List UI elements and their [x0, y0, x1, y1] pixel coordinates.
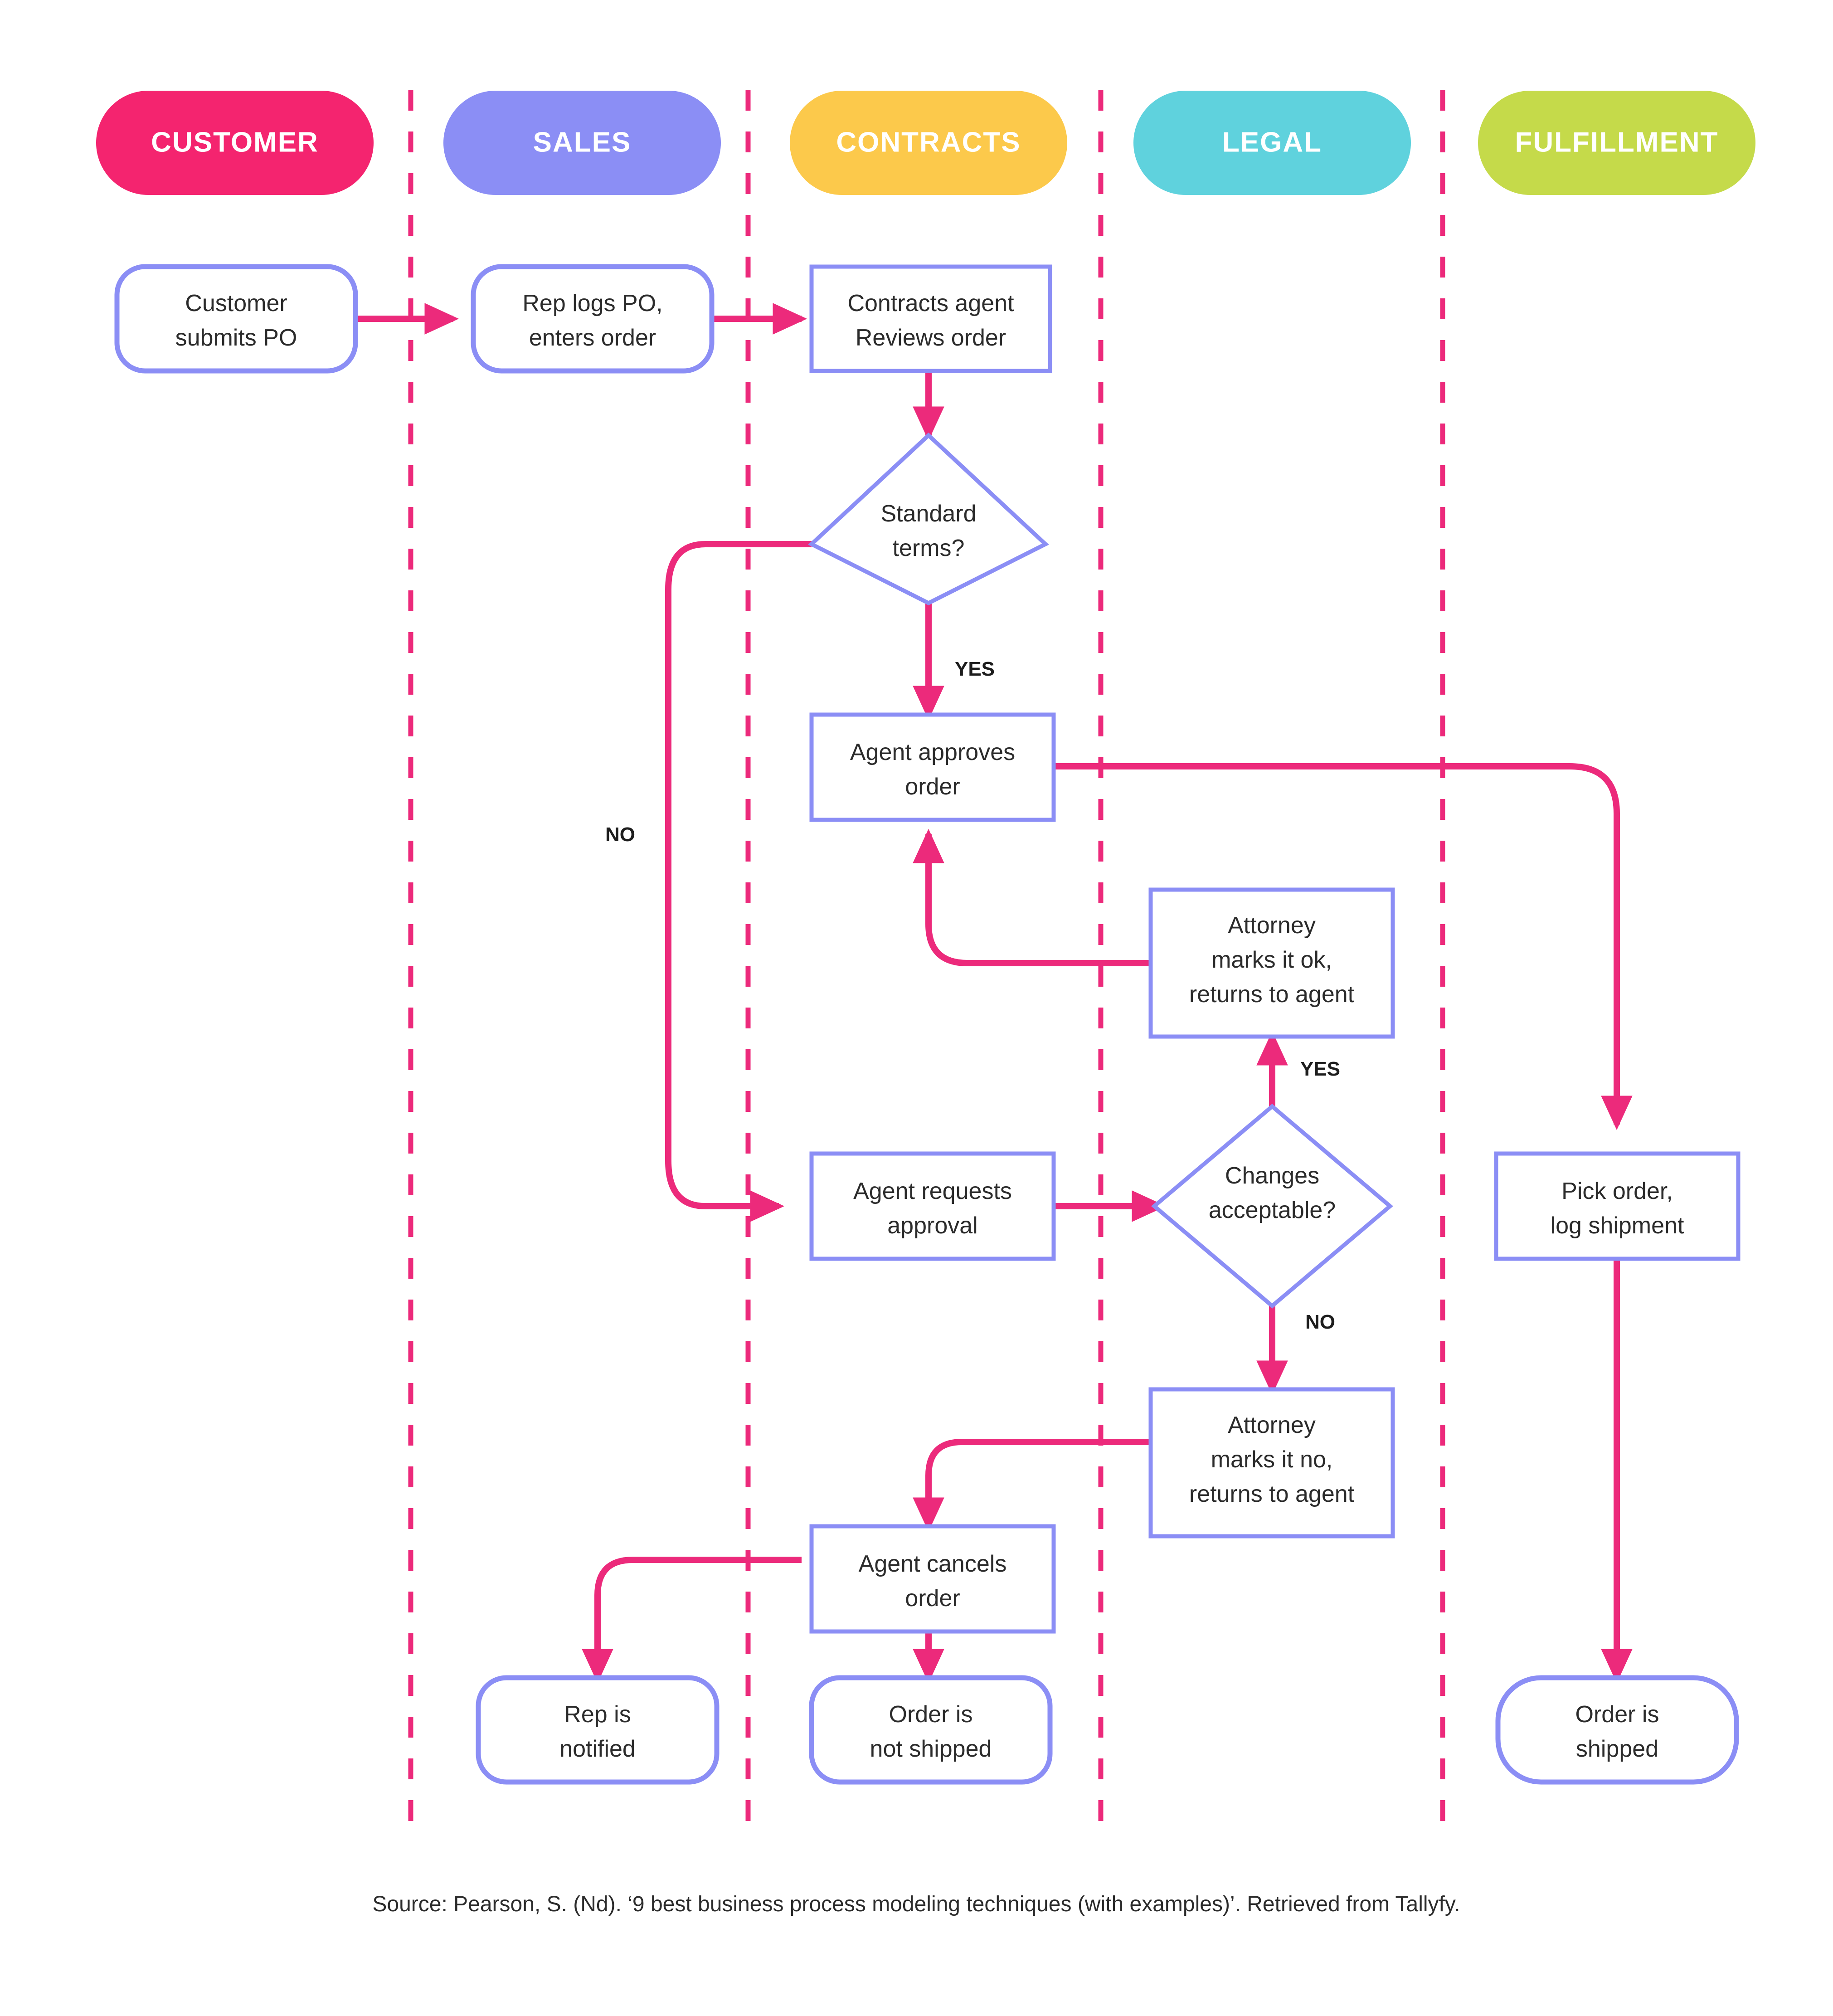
node-shape-agent-cancels-order — [809, 1524, 1056, 1634]
node-label-customer-submits-po-line2: submits PO — [175, 325, 297, 351]
node-label-agent-requests-line1: Agent requests — [853, 1178, 1012, 1204]
node-label-agent-approves-line1: Agent approves — [850, 739, 1015, 765]
node-shape-customer-submits-po — [114, 264, 358, 374]
node-shape-agent-approves-order — [809, 712, 1056, 822]
lane-header-customer[interactable]: CUSTOMER — [96, 91, 374, 195]
lane-label-legal: LEGAL — [1222, 127, 1322, 158]
node-label-standard-terms-line1: Standard — [880, 501, 976, 527]
node-customer-submits-po[interactable]: Customer submits PO — [114, 264, 358, 374]
node-label-changes-acceptable-line2: acceptable? — [1209, 1197, 1336, 1223]
lane-header-contracts[interactable]: CONTRACTS — [790, 91, 1067, 195]
node-agent-approves-order[interactable]: Agent approves order — [809, 712, 1056, 822]
node-label-pick-order-line1: Pick order, — [1561, 1178, 1673, 1204]
node-standard-terms-decision[interactable]: Standard terms? — [808, 432, 1049, 606]
node-shape-rep-is-notified — [476, 1675, 720, 1785]
lane-header-legal[interactable]: LEGAL — [1133, 91, 1411, 195]
node-label-order-shipped-line2: shipped — [1576, 1736, 1658, 1762]
node-shape-order-is-shipped — [1495, 1675, 1739, 1785]
source-caption: Source: Pearson, S. (Nd). ‘9 best busine… — [372, 1892, 1460, 1916]
node-order-is-shipped[interactable]: Order is shipped — [1495, 1675, 1739, 1785]
node-label-order-not-shipped-line2: not shipped — [870, 1736, 992, 1762]
node-label-attorney-ok-line2: marks it ok, — [1211, 947, 1332, 973]
node-label-rep-notified-line1: Rep is — [564, 1701, 631, 1728]
node-rep-is-notified[interactable]: Rep is notified — [476, 1675, 720, 1785]
node-order-is-not-shipped[interactable]: Order is not shipped — [809, 1675, 1053, 1785]
node-agent-requests-approval[interactable]: Agent requests approval — [809, 1151, 1056, 1261]
node-label-agent-cancels-line2: order — [905, 1585, 960, 1612]
connector-attorney-ok-to-approves — [913, 828, 1151, 966]
node-label-attorney-no-line3: returns to agent — [1189, 1481, 1355, 1507]
node-label-order-shipped-line1: Order is — [1575, 1701, 1659, 1728]
node-label-attorney-no-line2: marks it no, — [1211, 1446, 1333, 1473]
branch-label-standard-terms-yes: YES — [955, 658, 995, 680]
lane-header-sales[interactable]: SALES — [443, 91, 721, 195]
node-label-standard-terms-line2: terms? — [893, 535, 965, 561]
node-label-agent-approves-line2: order — [905, 774, 960, 800]
lane-label-fulfillment: FULFILLMENT — [1515, 127, 1718, 158]
lane-label-contracts: CONTRACTS — [836, 127, 1021, 158]
flowchart-canvas: CUSTOMER SALES CONTRACTS LEGAL FULFILLME… — [0, 0, 1833, 2016]
node-shape-rep-logs-po — [471, 264, 715, 374]
node-label-agent-cancels-line1: Agent cancels — [859, 1551, 1007, 1577]
node-label-rep-logs-po-line2: enters order — [529, 325, 656, 351]
node-shape-order-is-not-shipped — [809, 1675, 1053, 1785]
node-label-attorney-ok-line1: Attorney — [1228, 912, 1316, 939]
node-label-pick-order-line2: log shipment — [1551, 1213, 1684, 1239]
node-label-changes-acceptable-line1: Changes — [1225, 1163, 1319, 1189]
node-label-order-not-shipped-line1: Order is — [889, 1701, 973, 1728]
connector-cancels-to-rep-notified — [582, 1557, 802, 1684]
node-attorney-marks-no[interactable]: Attorney marks it no, returns to agent — [1148, 1387, 1395, 1539]
connector-decision-no-to-requests — [665, 541, 812, 1222]
node-label-rep-notified-line2: notified — [559, 1736, 636, 1762]
node-label-customer-submits-po-line1: Customer — [185, 290, 287, 317]
node-label-contracts-reviews-line2: Reviews order — [856, 325, 1006, 351]
node-shape-pick-order-log-shipment — [1494, 1151, 1741, 1261]
branch-label-changes-acceptable-yes: YES — [1300, 1058, 1340, 1080]
node-changes-acceptable-decision[interactable]: Changes acceptable? — [1151, 1104, 1393, 1309]
branch-label-standard-terms-no: NO — [605, 823, 635, 846]
node-attorney-marks-ok[interactable]: Attorney marks it ok, returns to agent — [1148, 887, 1395, 1039]
node-label-attorney-ok-line3: returns to agent — [1189, 981, 1355, 1008]
node-rep-logs-po[interactable]: Rep logs PO, enters order — [471, 264, 715, 374]
branch-label-changes-acceptable-no: NO — [1305, 1311, 1335, 1333]
node-agent-cancels-order[interactable]: Agent cancels order — [809, 1524, 1056, 1634]
lane-header-fulfillment[interactable]: FULFILLMENT — [1478, 91, 1755, 195]
node-shape-contracts-reviews-order — [809, 264, 1052, 373]
swimlane-flowchart-svg: CUSTOMER SALES CONTRACTS LEGAL FULFILLME… — [96, 90, 1755, 1916]
node-pick-order-log-shipment[interactable]: Pick order, log shipment — [1494, 1151, 1741, 1261]
lane-label-sales: SALES — [533, 127, 632, 158]
node-contracts-reviews-order[interactable]: Contracts agent Reviews order — [809, 264, 1052, 373]
node-label-attorney-no-line1: Attorney — [1228, 1412, 1316, 1438]
node-label-rep-logs-po-line1: Rep logs PO, — [522, 290, 662, 317]
node-label-agent-requests-line2: approval — [887, 1213, 977, 1239]
lane-label-customer: CUSTOMER — [151, 127, 319, 158]
node-shape-agent-requests-approval — [809, 1151, 1056, 1261]
connector-attorney-no-to-cancels — [913, 1439, 1151, 1532]
node-label-contracts-reviews-line1: Contracts agent — [847, 290, 1014, 317]
